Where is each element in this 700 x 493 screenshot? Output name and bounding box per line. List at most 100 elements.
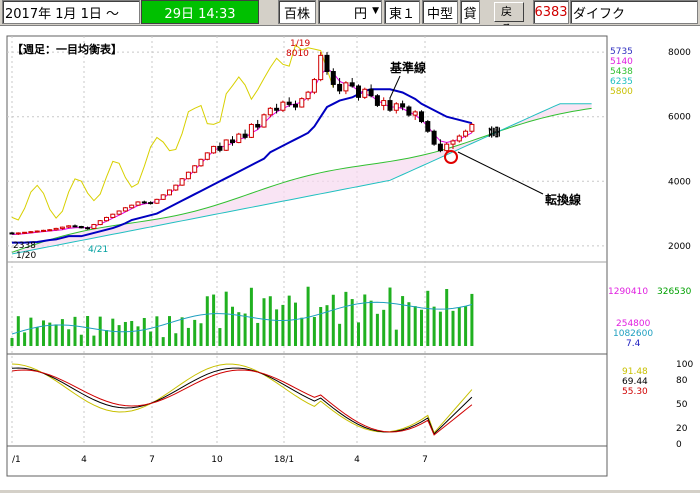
candle-body <box>9 232 15 235</box>
candle-body <box>141 201 147 204</box>
candle-body <box>400 103 406 108</box>
volume-bar <box>331 294 335 346</box>
candle-body <box>330 71 336 85</box>
oscillator-line <box>11 367 473 435</box>
candle-body <box>242 133 248 138</box>
chart-svg: /1 4 7 10 18/1 4 72000400060008000 1008050200 … <box>6 35 693 477</box>
oscillator: 100 80 50 20 0 <box>11 360 693 450</box>
candle-body <box>299 98 305 108</box>
candle-body <box>91 224 97 229</box>
market-text: 東１ <box>388 6 415 22</box>
candle-body <box>267 107 273 116</box>
candle-body <box>85 227 91 230</box>
legend-value-3: 5438 <box>610 67 633 77</box>
candle-body <box>217 145 223 151</box>
volume-bar <box>111 318 115 346</box>
candle-body <box>463 130 469 137</box>
volume-bar <box>357 322 360 346</box>
candle-body <box>255 123 261 128</box>
volume-bar <box>168 316 171 346</box>
volume-bar <box>105 330 108 346</box>
volume-value: 1290410 <box>608 287 648 297</box>
candle-body <box>305 91 311 100</box>
x-tick-label: 7 <box>422 455 428 465</box>
volume-bar <box>281 304 285 346</box>
back-button[interactable]: 戻る <box>494 2 524 35</box>
volume-bar <box>180 317 184 346</box>
volume-bar <box>149 331 153 346</box>
currency-select[interactable]: 円 ▼ <box>318 0 382 24</box>
volume-bar <box>212 294 216 346</box>
osc-tick-label: 80 <box>676 376 688 386</box>
candle-body <box>337 83 343 92</box>
volume-bar <box>438 311 442 346</box>
volume-value-4: 1082600 <box>613 329 653 339</box>
volume-bar <box>10 338 14 346</box>
candle-body <box>122 207 128 212</box>
candle-body <box>223 139 229 151</box>
candle-body <box>185 171 191 180</box>
candle-body <box>469 123 475 132</box>
legend-value-4: 6235 <box>610 77 633 87</box>
app-window: 2017年 1月 1日 ～ 29日 14:33 百株 円▼ 東１ 中型 貸 戻る… <box>0 0 700 490</box>
lend-text: 貸 <box>463 6 477 22</box>
stock-code-text: 6383 <box>534 4 568 20</box>
candle-body <box>236 133 242 144</box>
x-tick-label: 10 <box>211 455 223 465</box>
candle-body <box>406 106 412 116</box>
high-date-label: 1/19 <box>290 39 310 49</box>
candle-body <box>167 189 172 196</box>
volume-value-3: 254800 <box>616 319 651 329</box>
volume-bar <box>243 313 247 346</box>
candle-body <box>129 204 135 209</box>
volume-bar <box>48 322 52 346</box>
volume-bar <box>432 306 436 346</box>
volume-bar <box>86 316 90 346</box>
candle-body <box>179 178 185 186</box>
grid: /1 4 7 10 18/1 4 7 2000 4000 6000 8000 <box>7 36 691 465</box>
volume-bar <box>344 291 348 346</box>
price-tick-label: 2000 <box>668 242 691 252</box>
volume-bar <box>60 319 64 346</box>
candle-body <box>198 158 204 167</box>
volume-bar <box>92 335 96 346</box>
volume-value-5: 7.4 <box>626 339 641 349</box>
candle-body <box>343 82 349 92</box>
company-name-text: ダイフク <box>573 6 626 22</box>
osc-tick-label: 100 <box>676 360 693 370</box>
chart-title: 【週足：一目均衡表】 <box>12 42 122 56</box>
volume-bar <box>457 307 461 346</box>
volume-bar <box>205 296 209 346</box>
candle-body <box>211 145 217 154</box>
oscillator-line <box>11 369 473 436</box>
candle-body <box>72 225 78 228</box>
tenkan-pointer <box>457 151 544 195</box>
candle-body <box>311 79 317 93</box>
low-date-label: 1/20 <box>16 251 36 261</box>
candle-body <box>431 130 437 145</box>
candle-body <box>135 201 141 206</box>
candle-body <box>15 232 21 235</box>
start-date-field[interactable]: 2017年 1月 1日 ～ <box>2 0 140 24</box>
volume-bar <box>268 296 272 346</box>
legend-value-1: 5735 <box>610 47 633 57</box>
volume-bar <box>401 296 405 346</box>
volume-bars <box>10 286 474 346</box>
x-tick-label: 18/1 <box>274 455 294 465</box>
volume-bar <box>199 323 203 346</box>
candle-body <box>154 198 160 204</box>
volume-bar <box>142 317 146 346</box>
volume-bar <box>262 298 266 346</box>
osc-tick-label: 20 <box>676 424 688 434</box>
candle-body <box>97 220 103 226</box>
current-time-field: 29日 14:33 <box>141 0 259 24</box>
volume-bar <box>42 320 45 346</box>
candle-body <box>437 143 443 152</box>
stock-code-field[interactable]: 6383 <box>533 0 569 24</box>
volume-bar <box>375 313 379 346</box>
chart-labels: 【週足：一目均衡表】 1/19 8010 2338 1/20 4/21 基準線 … <box>12 39 581 261</box>
volume-bar <box>35 327 39 346</box>
candle-body <box>293 103 298 108</box>
oscillator-line <box>11 363 473 434</box>
candle-body <box>34 230 40 233</box>
